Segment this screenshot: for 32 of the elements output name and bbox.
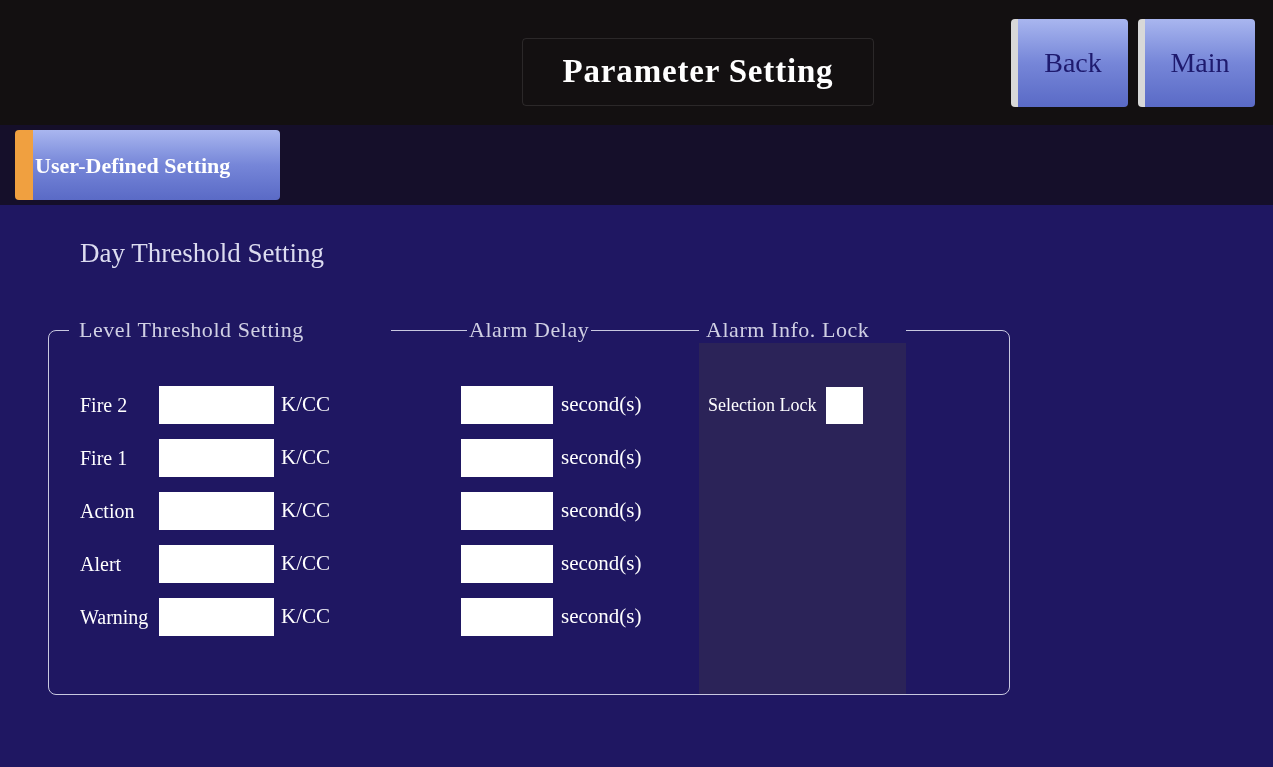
delay-input[interactable]	[461, 439, 553, 477]
window-title: Parameter Setting	[522, 38, 874, 106]
threshold-input[interactable]	[159, 492, 274, 530]
delay-input[interactable]	[461, 545, 553, 583]
field-label: Fire 2	[80, 393, 129, 418]
section-title: Day Threshold Setting	[80, 237, 325, 270]
threshold-input[interactable]	[159, 598, 274, 636]
unit-label: second(s)	[561, 444, 642, 472]
checkbox[interactable]	[826, 386, 864, 424]
threshold-input[interactable]	[159, 386, 274, 424]
nav-button[interactable]: Back	[1011, 18, 1128, 107]
unit-label: K/CC	[281, 603, 331, 631]
unit-label: second(s)	[561, 497, 642, 525]
unit-label: K/CC	[281, 444, 331, 472]
field-label: Alert	[80, 552, 123, 577]
unit-label: K/CC	[281, 550, 331, 578]
field-label: Fire 1	[80, 446, 129, 471]
field-label: Warning	[80, 605, 150, 631]
threshold-input[interactable]	[159, 439, 274, 477]
field-label: Selection Lock	[708, 393, 817, 417]
delay-input[interactable]	[461, 598, 553, 636]
unit-label: second(s)	[561, 603, 642, 631]
tab[interactable]: User-Defined Setting	[15, 130, 280, 200]
threshold-input[interactable]	[159, 545, 274, 583]
delay-input[interactable]	[461, 386, 553, 424]
unit-label: K/CC	[281, 497, 331, 525]
nav-button[interactable]: Main	[1138, 18, 1255, 107]
field-label: Action	[80, 499, 136, 524]
unit-label: K/CC	[281, 391, 331, 419]
unit-label: second(s)	[561, 391, 642, 419]
unit-label: second(s)	[561, 550, 642, 578]
delay-input[interactable]	[461, 492, 553, 530]
